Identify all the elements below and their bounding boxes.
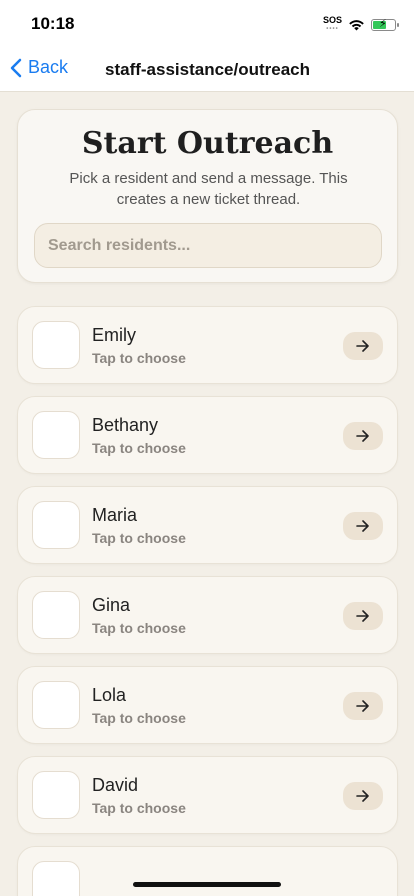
arrow-right-icon (356, 520, 369, 532)
resident-hint: Tap to choose (92, 530, 186, 546)
resident-name: Lola (92, 685, 127, 705)
status-bar: 10:18 SOS •••• ⚡ (0, 0, 414, 48)
resident-name: Gina (92, 595, 131, 615)
page-title: staff-assistance/outreach (105, 60, 311, 79)
arrow-right-icon (356, 790, 369, 802)
arrow-right-icon (356, 610, 369, 622)
avatar (32, 771, 80, 819)
sos-label: SOS (322, 15, 342, 25)
content-scroll-area[interactable]: Start Outreach Pick a resident and send … (0, 93, 414, 896)
choose-button[interactable] (343, 692, 383, 720)
resident-name: David (92, 775, 139, 795)
sos-icon: SOS •••• (322, 15, 342, 33)
status-icons: SOS •••• ⚡ (322, 15, 399, 34)
resident-hint: Tap to choose (92, 440, 186, 456)
resident-row[interactable]: David Tap to choose (17, 756, 398, 834)
home-indicator[interactable] (133, 882, 281, 887)
avatar (32, 501, 80, 549)
avatar (32, 681, 80, 729)
avatar (32, 321, 80, 369)
resident-row[interactable]: Maria Tap to choose (17, 486, 398, 564)
resident-name: Bethany (92, 415, 159, 435)
wifi-icon (349, 20, 364, 31)
resident-name: Maria (92, 505, 138, 525)
header-title: Start Outreach (81, 126, 334, 161)
battery-charging-icon: ⚡ (371, 18, 399, 31)
outreach-header-card: Start Outreach Pick a resident and send … (17, 109, 398, 283)
arrow-right-icon (356, 700, 369, 712)
resident-name: Emily (92, 325, 136, 345)
back-label: Back (28, 57, 69, 77)
chevron-left-icon (10, 58, 22, 77)
arrow-right-icon (356, 340, 369, 352)
choose-button[interactable] (343, 512, 383, 540)
choose-button[interactable] (343, 422, 383, 450)
resident-hint: Tap to choose (92, 350, 186, 366)
resident-row-partial[interactable] (17, 846, 398, 896)
back-button[interactable]: Back (10, 57, 68, 78)
resident-row[interactable]: Gina Tap to choose (17, 576, 398, 654)
resident-row[interactable]: Lola Tap to choose (17, 666, 398, 744)
resident-row[interactable]: Bethany Tap to choose (17, 396, 398, 474)
resident-hint: Tap to choose (92, 800, 186, 816)
resident-list: Emily Tap to choose Bethany Tap to choos… (17, 306, 398, 896)
avatar (32, 411, 80, 459)
status-time: 10:18 (31, 14, 75, 33)
header-subtitle: Pick a resident and send a message. This… (69, 170, 348, 208)
arrow-right-icon (356, 430, 369, 442)
resident-hint: Tap to choose (92, 710, 186, 726)
search-input[interactable]: Search residents... (34, 223, 382, 268)
avatar (32, 591, 80, 639)
choose-button[interactable] (343, 332, 383, 360)
choose-button[interactable] (343, 602, 383, 630)
choose-button[interactable] (343, 782, 383, 810)
avatar (32, 861, 80, 896)
resident-row[interactable]: Emily Tap to choose (17, 306, 398, 384)
navigation-bar: Back staff-assistance/outreach (0, 48, 414, 92)
resident-hint: Tap to choose (92, 620, 186, 636)
